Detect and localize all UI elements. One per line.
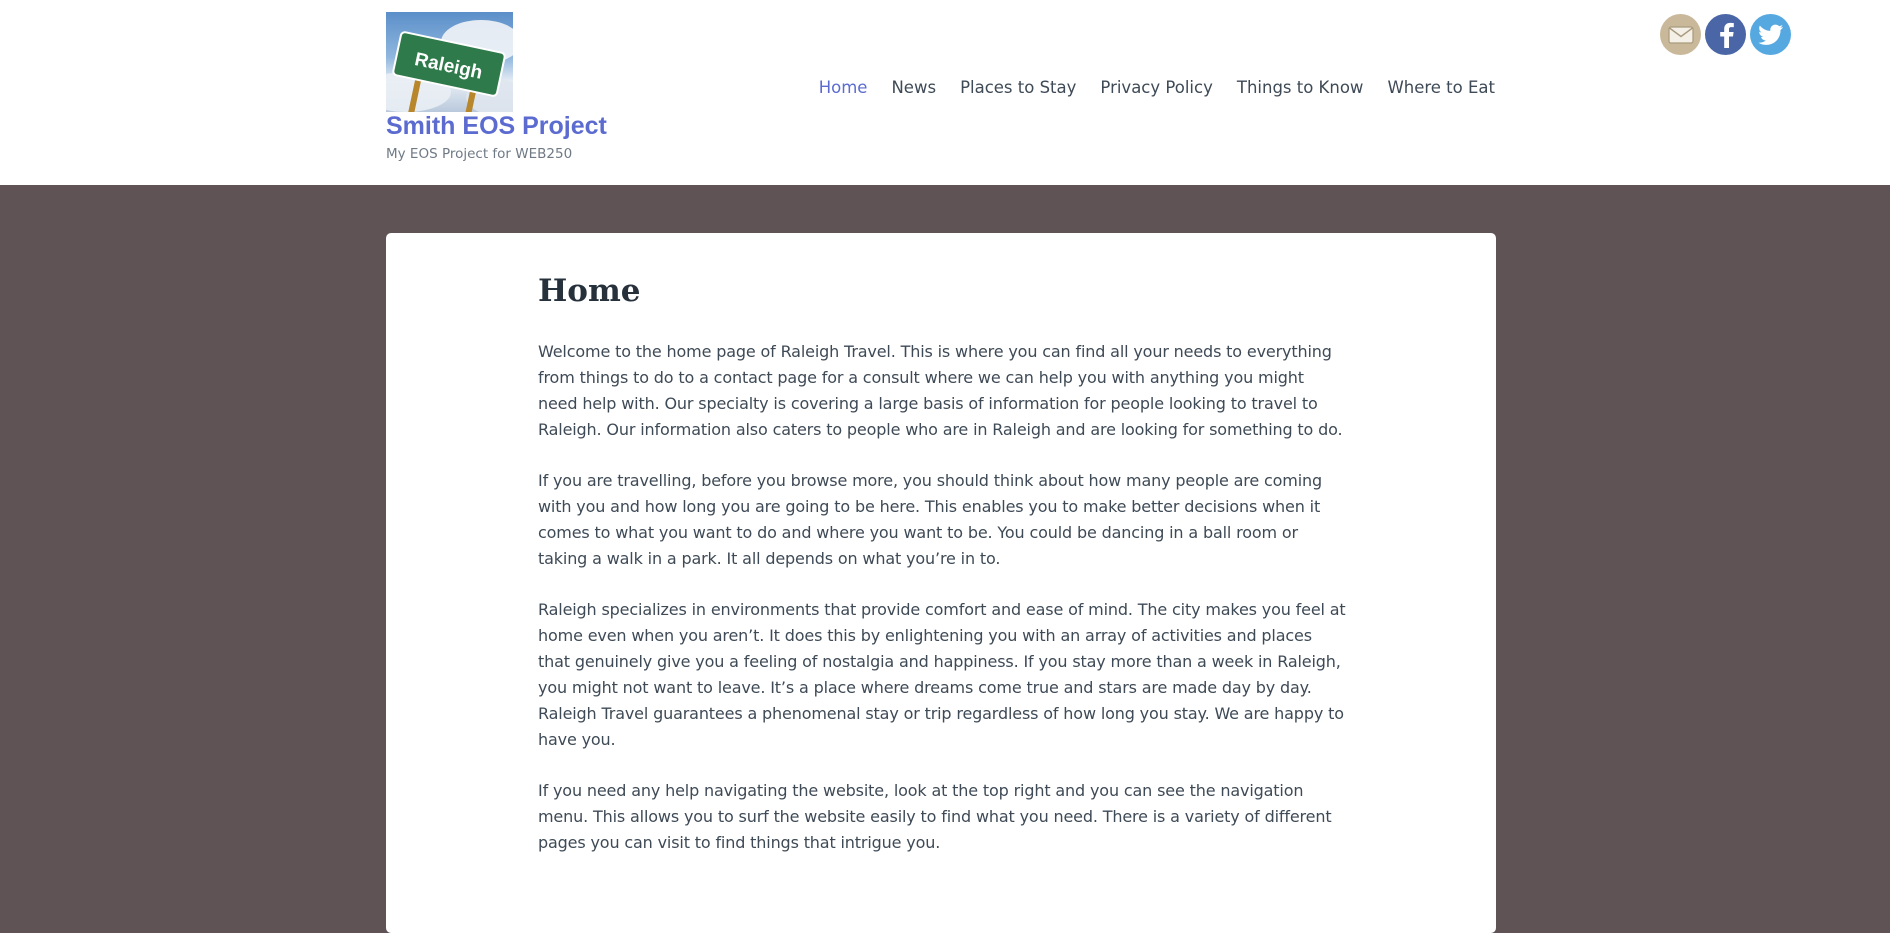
nav-item-things-to-know[interactable]: Things to Know [1237,78,1364,97]
site-tagline: My EOS Project for WEB250 [386,146,573,162]
nav-item-privacy-policy[interactable]: Privacy Policy [1100,78,1212,97]
primary-navigation: Home News Places to Stay Privacy Policy … [819,78,1495,97]
twitter-icon [1757,24,1783,45]
nav-item-where-to-eat[interactable]: Where to Eat [1387,78,1495,97]
nav-item-places-to-stay[interactable]: Places to Stay [960,78,1076,97]
raleigh-sign-image: Raleigh [386,20,513,112]
content-paragraph: Welcome to the home page of Raleigh Trav… [538,342,1343,439]
site-header: Raleigh Smith EOS Project My EOS Project… [0,0,1890,185]
twitter-share-button[interactable] [1750,14,1791,55]
page-title: Home [538,273,641,309]
facebook-share-button[interactable] [1705,14,1746,55]
site-title[interactable]: Smith EOS Project [386,112,607,141]
content-paragraph: If you need any help navigating the webs… [538,781,1332,852]
facebook-icon [1719,22,1734,48]
email-icon [1667,25,1694,44]
entry-content: Welcome to the home page of Raleigh Trav… [538,339,1346,881]
social-icons [1660,14,1791,55]
site-logo[interactable]: Raleigh [386,12,513,112]
content-card: Home Welcome to the home page of Raleigh… [386,233,1496,933]
content-paragraph: Raleigh specializes in environments that… [538,600,1346,749]
content-paragraph: If you are travelling, before you browse… [538,471,1323,568]
email-share-button[interactable] [1660,14,1701,55]
nav-item-news[interactable]: News [891,78,936,97]
nav-item-home[interactable]: Home [819,78,868,97]
